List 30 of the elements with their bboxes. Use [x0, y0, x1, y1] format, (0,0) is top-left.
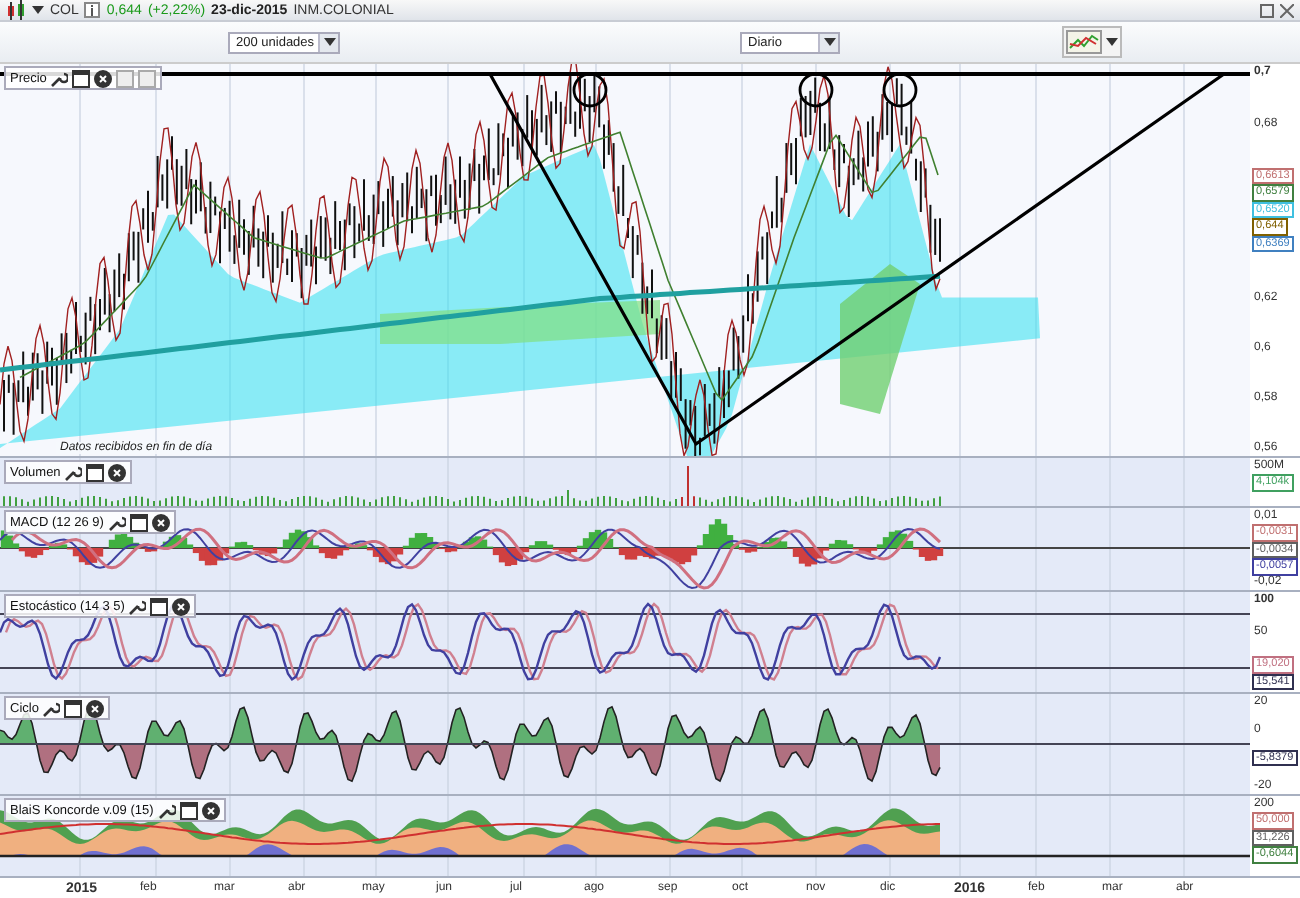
close-icon[interactable] [108, 463, 127, 482]
wrench-icon[interactable] [128, 597, 147, 616]
circle-mark [572, 73, 608, 109]
window-icon[interactable] [129, 513, 148, 532]
close-icon[interactable] [94, 69, 113, 88]
chart-type-button[interactable] [1062, 26, 1122, 59]
circle-mark [882, 73, 918, 109]
caret-icon[interactable] [32, 6, 44, 15]
close-icon[interactable] [151, 513, 170, 532]
window-icon[interactable] [86, 463, 105, 482]
wrench-icon[interactable] [42, 699, 61, 718]
candlestick-icon [6, 0, 26, 21]
caret-icon [823, 38, 835, 47]
line-chart-icon [1066, 30, 1102, 55]
info-icon[interactable] [84, 2, 101, 19]
window-icon[interactable] [72, 69, 91, 88]
wrench-icon[interactable] [157, 801, 176, 820]
circle-mark [798, 73, 834, 109]
close-icon[interactable] [201, 801, 220, 820]
restore-icon[interactable] [1260, 3, 1274, 18]
close-icon[interactable] [172, 597, 191, 616]
window-icon[interactable] [179, 801, 198, 820]
wrench-icon[interactable] [64, 463, 83, 482]
caret-icon [1106, 38, 1118, 47]
wrench-icon[interactable] [107, 513, 126, 532]
window-icon[interactable] [64, 699, 83, 718]
close-icon[interactable] [86, 699, 105, 718]
window-icon[interactable] [150, 597, 169, 616]
wrench-icon[interactable] [50, 69, 69, 88]
caret-icon [323, 38, 335, 47]
